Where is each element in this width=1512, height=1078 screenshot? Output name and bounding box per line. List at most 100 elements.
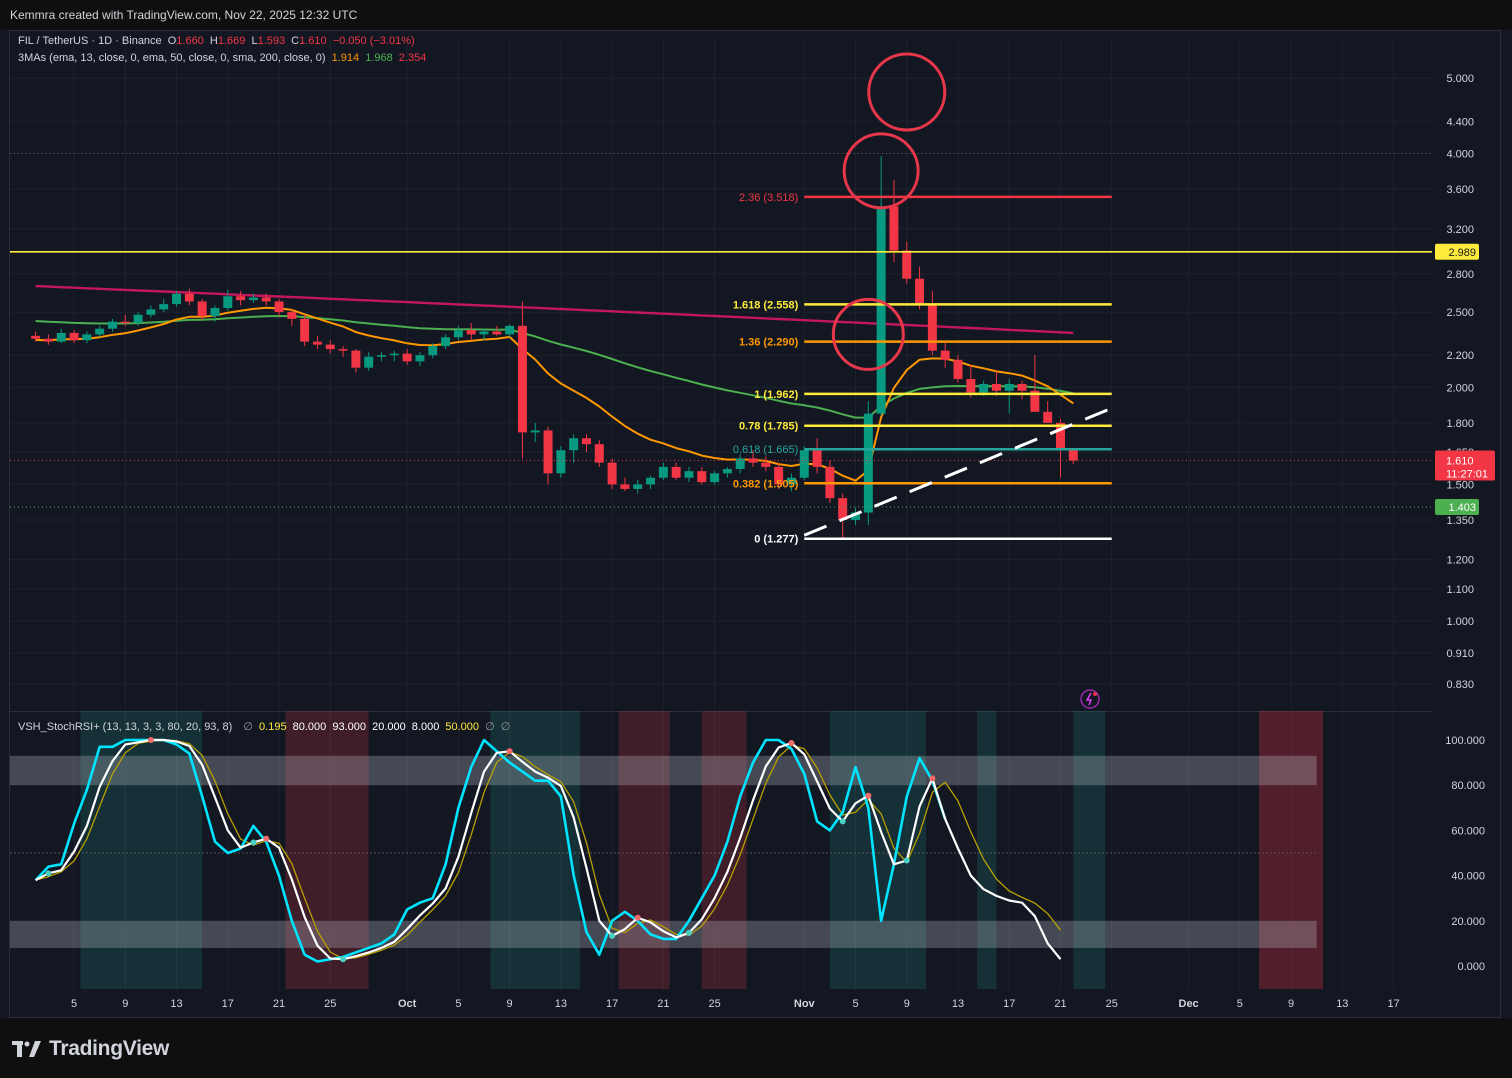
high-label: H bbox=[209, 35, 218, 47]
time-tick-label: 9 bbox=[1288, 998, 1294, 1010]
candle-body bbox=[927, 304, 937, 351]
candle-body bbox=[108, 321, 117, 329]
stoch-cross-dot bbox=[903, 857, 910, 864]
candle-body bbox=[505, 325, 515, 335]
candle-body bbox=[1068, 450, 1078, 461]
time-tick-label: 13 bbox=[555, 998, 567, 1010]
stoch-cross-dot bbox=[865, 792, 872, 799]
candle-body bbox=[466, 330, 476, 335]
candle-body bbox=[56, 332, 66, 342]
indicator-tick-label: 100.000 bbox=[1445, 735, 1485, 747]
candle-body bbox=[902, 250, 912, 279]
fib-level-label: 1 (1.962) bbox=[754, 389, 798, 401]
candle-body bbox=[351, 350, 361, 368]
stoch-cross-dot bbox=[45, 870, 52, 877]
symbol-title[interactable]: FIL / TetherUS · 1D · Binance bbox=[18, 35, 162, 47]
candle-body bbox=[1017, 383, 1027, 391]
indicator-tick-label: 0.000 bbox=[1457, 961, 1485, 973]
time-tick-label: 25 bbox=[1106, 998, 1118, 1010]
time-tick-label: 17 bbox=[222, 998, 234, 1010]
indicator-title[interactable]: VSH_StochRSI+ (13, 13, 3, 3, 80, 20, 93,… bbox=[18, 721, 232, 733]
candle-body bbox=[223, 296, 233, 309]
alert-badge-icon bbox=[1093, 692, 1097, 696]
fib-level-label: 2.36 (3.518) bbox=[739, 192, 798, 204]
ind-v1: 0.195 bbox=[259, 721, 287, 733]
ind-v3: 93.000 bbox=[332, 721, 367, 733]
price-tick-label: 2.200 bbox=[1446, 350, 1474, 362]
candle-body bbox=[95, 328, 105, 335]
time-tick-label: 25 bbox=[708, 998, 720, 1010]
time-tick-label: Oct bbox=[398, 998, 417, 1010]
footer-bar bbox=[0, 1018, 1512, 1078]
fib-level-label: 0.618 (1.665) bbox=[733, 444, 798, 456]
candle-body bbox=[633, 484, 643, 489]
countdown-tag: 11:27:01 bbox=[1446, 469, 1488, 481]
candle-body bbox=[261, 297, 271, 302]
tradingview-logo[interactable]: TradingView bbox=[12, 1037, 169, 1061]
candle-body bbox=[197, 301, 207, 317]
fib-level-label: 1.618 (2.558) bbox=[733, 299, 799, 311]
price-tick-label: 3.600 bbox=[1446, 184, 1474, 196]
candle-body bbox=[863, 413, 873, 513]
symbol-legend: FIL / TetherUS · 1D · Binance O1.660 H1.… bbox=[18, 35, 418, 47]
chart-canvas[interactable]: 5.000 4.400 4.000 3.600 3.200 2.800 2.500 2.200… bbox=[0, 0, 1512, 1078]
time-tick-label: 25 bbox=[324, 998, 336, 1010]
candle-body bbox=[953, 359, 963, 380]
time-tick-label: 5 bbox=[1237, 998, 1243, 1010]
candle-body bbox=[556, 450, 566, 474]
candle-body bbox=[517, 325, 527, 433]
open-label: O bbox=[167, 35, 177, 47]
indicator-tick-label: 40.000 bbox=[1451, 871, 1485, 883]
candle-body bbox=[966, 379, 976, 393]
candle-body bbox=[812, 450, 822, 467]
ind-v6: 50.000 bbox=[445, 721, 480, 733]
fib-level-label: 0.78 (1.785) bbox=[739, 421, 799, 433]
candle-body bbox=[697, 471, 707, 483]
price-tick-label: 0.830 bbox=[1446, 679, 1474, 691]
time-tick-label: 5 bbox=[852, 998, 858, 1010]
candle-body bbox=[492, 331, 502, 335]
candle-body bbox=[543, 430, 553, 474]
price-tick-label: 1.100 bbox=[1446, 584, 1474, 596]
candle-body bbox=[172, 293, 182, 305]
candle-body bbox=[274, 301, 284, 313]
time-tick-label: 17 bbox=[1387, 998, 1399, 1010]
stoch-cross-dot bbox=[340, 956, 347, 963]
candle-body bbox=[325, 344, 335, 350]
candle-body bbox=[31, 335, 41, 339]
stoch-cross-dot bbox=[839, 818, 846, 825]
time-tick-label: 9 bbox=[122, 998, 128, 1010]
candle-body bbox=[799, 450, 809, 478]
stoch-band bbox=[10, 920, 1317, 948]
candle-body bbox=[646, 477, 656, 485]
candle-body bbox=[453, 330, 463, 338]
candle-body bbox=[940, 350, 950, 360]
time-tick-label: 17 bbox=[1003, 998, 1015, 1010]
alert-bolt-icon bbox=[1085, 692, 1093, 706]
candle-body bbox=[364, 356, 374, 368]
ma2-value: 1.968 bbox=[365, 52, 393, 64]
candle-body bbox=[594, 444, 604, 463]
indicator-legend: VSH_StochRSI+ (13, 13, 3, 3, 80, 20, 93,… bbox=[18, 720, 513, 733]
candle-body bbox=[582, 438, 591, 445]
indicator-tick-label: 20.000 bbox=[1451, 916, 1485, 928]
close-label: C bbox=[291, 35, 300, 47]
candle-body bbox=[876, 206, 886, 414]
candle-body bbox=[684, 471, 694, 478]
ma-title[interactable]: 3MAs (ema, 13, close, 0, ema, 50, close,… bbox=[18, 52, 326, 64]
price-tick-label: 2.800 bbox=[1446, 269, 1474, 281]
candle-body bbox=[146, 309, 156, 315]
candle-body bbox=[441, 337, 451, 347]
candle-body bbox=[133, 314, 143, 324]
stoch-cross-dot bbox=[506, 748, 513, 755]
candle-body bbox=[530, 430, 540, 433]
candle-body bbox=[300, 318, 310, 342]
price-tick-label: 1.000 bbox=[1446, 616, 1474, 628]
ema50-line bbox=[35, 315, 1074, 419]
time-tick-label: 13 bbox=[952, 998, 964, 1010]
price-tick-label: 0.910 bbox=[1446, 648, 1474, 660]
time-tick-label: 17 bbox=[606, 998, 618, 1010]
ma-legend: 3MAs (ema, 13, close, 0, ema, 50, close,… bbox=[18, 52, 429, 64]
last-price-tag: 1.610 bbox=[1446, 456, 1474, 468]
candle-body bbox=[43, 338, 53, 342]
